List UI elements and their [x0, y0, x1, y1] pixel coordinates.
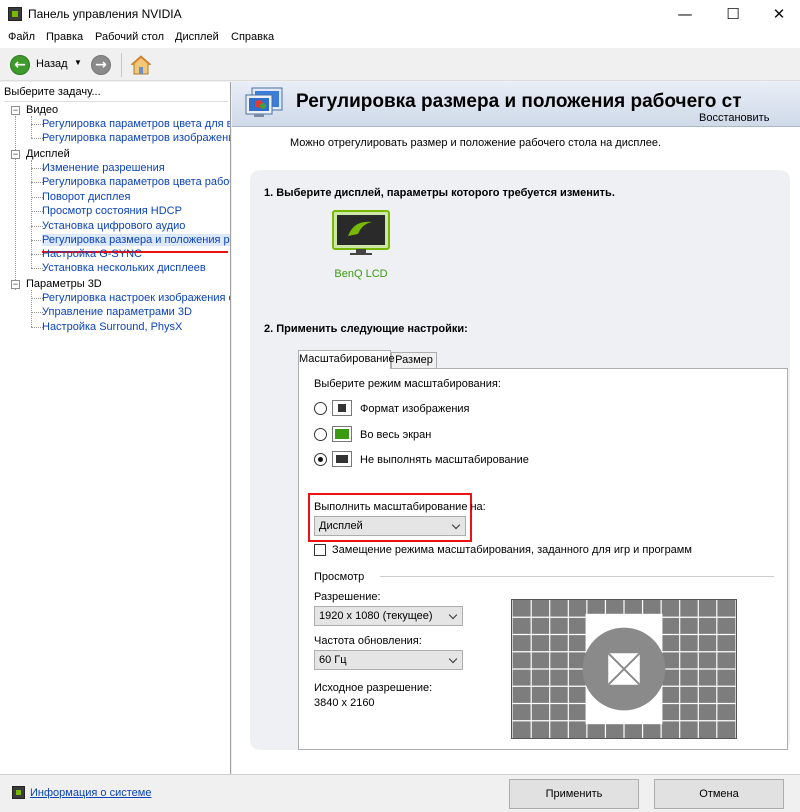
page-header: Регулировка размера и положения рабочего…	[232, 82, 800, 127]
menu-bar: Файл Правка Рабочий стол Дисплей Справка	[0, 28, 800, 48]
collapse-toggle-icon[interactable]: −	[11, 106, 20, 115]
maximize-button[interactable]: ☐	[710, 0, 756, 28]
page-description: Можно отрегулировать размер и положение …	[290, 137, 662, 149]
tree-connector	[31, 290, 32, 327]
tree-item[interactable]: Регулировка настроек изображения с пр	[42, 292, 230, 304]
divider	[4, 101, 228, 102]
system-info-link[interactable]: Информация о системе	[30, 787, 151, 799]
menu-edit[interactable]: Правка	[46, 31, 83, 43]
apply-button[interactable]: Применить	[509, 779, 639, 809]
scaling-tab-panel: Выберите режим масштабирования: Формат и…	[298, 368, 788, 750]
tree-item[interactable]: Установка нескольких дисплеев	[42, 262, 206, 274]
task-prompt: Выберите задачу...	[4, 86, 101, 98]
aspect-ratio-icon	[332, 400, 352, 416]
back-dropdown-icon[interactable]: ▼	[74, 58, 82, 67]
monitor-icon[interactable]	[332, 210, 390, 256]
tree-group-3d[interactable]: Параметры 3D	[26, 278, 102, 290]
toolbar-separator	[121, 53, 122, 77]
collapse-toggle-icon[interactable]: −	[11, 150, 20, 159]
option-full-screen-label[interactable]: Во весь экран	[360, 429, 431, 441]
system-info-icon[interactable]	[12, 786, 25, 799]
forward-arrow-icon[interactable]: →	[91, 55, 111, 75]
preview-section-label: Просмотр	[314, 571, 365, 583]
divider	[380, 576, 774, 577]
resolution-value: 1920 x 1080 (текущее)	[319, 610, 433, 622]
resolution-dropdown[interactable]: 1920 x 1080 (текущее)	[314, 606, 463, 626]
tree-item[interactable]: Настройка G-SYNC	[42, 248, 142, 260]
refresh-rate-dropdown[interactable]: 60 Гц	[314, 650, 463, 670]
home-icon[interactable]	[130, 54, 152, 76]
radio-full-screen[interactable]	[314, 428, 327, 441]
override-scaling-label[interactable]: Замещение режима масштабирования, заданн…	[332, 544, 692, 556]
option-no-scaling-label[interactable]: Не выполнять масштабирование	[360, 454, 529, 466]
page-title: Регулировка размера и положения рабочего…	[296, 91, 742, 112]
cancel-button[interactable]: Отмена	[654, 779, 784, 809]
menu-file[interactable]: Файл	[8, 31, 35, 43]
tree-connector	[31, 160, 32, 268]
tree-group-display[interactable]: Дисплей	[26, 148, 70, 160]
content-pane: Регулировка размера и положения рабочего…	[232, 82, 800, 774]
task-tree-pane: Выберите задачу... − Видео Регулировка п…	[0, 82, 231, 774]
nvidia-control-panel-window: Панель управления NVIDIA — ☐ ✕ Файл Прав…	[0, 0, 800, 812]
title-bar: Панель управления NVIDIA — ☐ ✕	[0, 0, 800, 28]
menu-help[interactable]: Справка	[231, 31, 274, 43]
tree-item[interactable]: Изменение разрешения	[42, 162, 165, 174]
tree-item[interactable]: Регулировка параметров цвета для вид	[42, 118, 230, 130]
tree-item[interactable]: Просмотр состояния HDCP	[42, 205, 182, 217]
option-aspect-ratio-label[interactable]: Формат изображения	[360, 403, 470, 415]
tab-size[interactable]: Размер	[391, 352, 437, 369]
radio-aspect-ratio[interactable]	[314, 402, 327, 415]
resolution-label: Разрешение:	[314, 591, 381, 603]
override-scaling-checkbox[interactable]	[314, 544, 326, 556]
tree-item[interactable]: Поворот дисплея	[42, 191, 130, 203]
radio-no-scaling[interactable]	[314, 453, 327, 466]
native-resolution-label: Исходное разрешение:	[314, 682, 433, 694]
menu-display[interactable]: Дисплей	[175, 31, 219, 43]
no-scaling-icon	[332, 451, 352, 467]
chevron-down-icon	[448, 610, 458, 620]
perform-scaling-on-value: Дисплей	[319, 520, 363, 532]
minimize-button[interactable]: —	[662, 0, 708, 28]
close-button[interactable]: ✕	[756, 0, 800, 28]
chevron-down-icon	[451, 520, 461, 530]
display-name-label[interactable]: BenQ LCD	[321, 268, 401, 280]
window-title: Панель управления NVIDIA	[28, 7, 182, 21]
restore-defaults-link[interactable]: Восстановить	[699, 112, 769, 124]
full-screen-icon	[332, 426, 352, 442]
refresh-rate-label: Частота обновления:	[314, 635, 422, 647]
scaling-mode-label: Выберите режим масштабирования:	[314, 378, 501, 390]
scaling-preview-image	[511, 599, 737, 739]
tree-item[interactable]: Управление параметрами 3D	[42, 306, 192, 318]
tree-item[interactable]: Настройка Surround, PhysX	[42, 321, 182, 333]
tab-scaling[interactable]: Масштабирование	[298, 350, 395, 369]
chevron-down-icon	[448, 654, 458, 664]
settings-panel: 1. Выберите дисплей, параметры которого …	[250, 170, 790, 750]
tree-connector	[31, 116, 32, 138]
section-apply-settings-title: 2. Применить следующие настройки:	[264, 323, 468, 335]
tree-item-selected[interactable]: Регулировка размера и положения рабо	[42, 234, 230, 246]
display-settings-icon	[245, 87, 283, 117]
menu-desktop[interactable]: Рабочий стол	[95, 31, 164, 43]
tree-item[interactable]: Регулировка параметров цвета рабочег	[42, 176, 230, 188]
tree-group-video[interactable]: Видео	[26, 104, 58, 116]
footer-bar: Информация о системе Применить Отмена	[0, 774, 800, 812]
tree-item[interactable]: Регулировка параметров изображения д	[42, 132, 230, 144]
back-button-label[interactable]: Назад	[36, 58, 68, 70]
tree-connector	[15, 116, 16, 290]
collapse-toggle-icon[interactable]: −	[11, 280, 20, 289]
toolbar: ← Назад ▼ →	[0, 48, 800, 81]
perform-scaling-on-label: Выполнить масштабирование на:	[314, 501, 486, 513]
section-select-display-title: 1. Выберите дисплей, параметры которого …	[264, 187, 615, 199]
refresh-rate-value: 60 Гц	[319, 654, 347, 666]
native-resolution-value: 3840 x 2160	[314, 697, 375, 709]
back-arrow-icon[interactable]: ←	[10, 55, 30, 75]
perform-scaling-on-dropdown[interactable]: Дисплей	[314, 516, 466, 536]
nvidia-app-icon	[8, 7, 22, 21]
tree-item[interactable]: Установка цифрового аудио	[42, 220, 185, 232]
